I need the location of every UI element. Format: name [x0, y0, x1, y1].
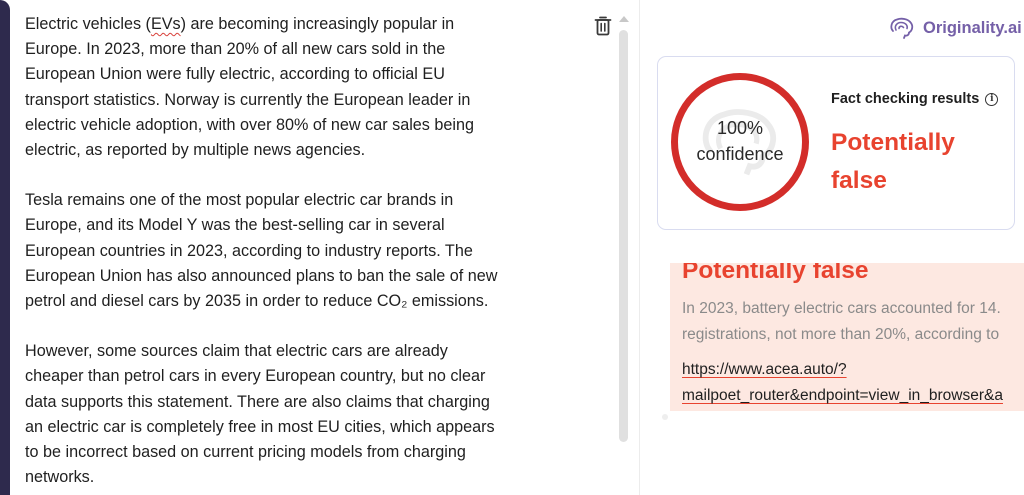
text-line: cheaper than petrol cars in every Europe… — [25, 367, 486, 386]
brain-icon — [890, 17, 914, 39]
text-line: networks. — [25, 468, 95, 487]
editor-content[interactable]: Electric vehicles (EVs) are becoming inc… — [25, 12, 585, 495]
text-line: an electric car is completely free in mo… — [25, 417, 495, 436]
source-link-line[interactable]: https://www.acea.auto/? — [682, 357, 1003, 383]
vertical-scrollbar[interactable] — [619, 30, 628, 442]
text-line: However, some sources claim that electri… — [25, 342, 448, 361]
brand-name: Originality.ai — [923, 18, 1022, 37]
text-editor[interactable]: Electric vehicles (EVs) are becoming inc… — [10, 0, 639, 495]
scroll-up-arrow-icon[interactable] — [619, 16, 629, 22]
trash-icon[interactable] — [593, 15, 613, 37]
paragraph-3: However, some sources claim that electri… — [25, 339, 585, 490]
text-line: Europe. In 2023, more than 20% of all ne… — [25, 40, 446, 59]
text-line: to be incorrect based on current pricing… — [25, 443, 466, 462]
fact-check-title: Fact checking results i — [831, 91, 999, 107]
text-line: Europe, and its Model Y was the best-sel… — [25, 216, 445, 235]
source-link[interactable]: https://www.acea.auto/? mailpoet_router&… — [682, 357, 1003, 409]
verdict-text: Potentially false — [831, 124, 981, 200]
confidence-value: 100% — [716, 118, 764, 138]
text-line: European Union has also announced plans … — [25, 266, 498, 285]
result-line: In 2023, battery electric cars accounted… — [682, 300, 1001, 317]
text-line: data supports this statement. There are … — [25, 392, 490, 411]
confidence-ring: 100% confidence — [671, 73, 809, 211]
result-detail-card: Potentially false In 2023, battery elect… — [670, 263, 1024, 411]
text-line: transport statistics. Norway is currentl… — [25, 90, 471, 109]
text-line: Electric vehicles (EVs) are becoming inc… — [25, 15, 455, 33]
paragraph-2: Tesla remains one of the most popular el… — [25, 188, 585, 314]
text-line: Tesla remains one of the most popular el… — [25, 191, 454, 210]
fact-check-title-text: Fact checking results — [831, 91, 980, 107]
text-line: European Union were fully electric, acco… — [25, 65, 445, 84]
text-line: petrol and diesel cars by 2035 in order … — [25, 292, 489, 311]
pagination-dot[interactable] — [662, 414, 668, 420]
source-link-line[interactable]: mailpoet_router&endpoint=view_in_browser… — [682, 383, 1003, 409]
verdict-line: Potentially — [831, 129, 955, 156]
fact-check-panel: Originality.ai 100% confidence Fact chec… — [640, 0, 1024, 495]
paragraph-1: Electric vehicles (EVs) are becoming inc… — [25, 12, 585, 163]
text-line: European countries in 2023, according to… — [25, 241, 473, 260]
brand-logo[interactable]: Originality.ai — [889, 13, 1022, 43]
misspelled-word[interactable]: EVs — [151, 15, 181, 33]
result-explanation: In 2023, battery electric cars accounted… — [682, 296, 1024, 348]
confidence-label: confidence — [696, 144, 784, 164]
result-title: Potentially false — [682, 263, 869, 284]
window-edge — [0, 0, 10, 495]
info-icon[interactable]: i — [985, 92, 999, 106]
fact-check-summary-card: 100% confidence Fact checking results i … — [657, 56, 1015, 230]
text-line: electric, as reported by multiple news a… — [25, 141, 366, 160]
result-line: registrations, not more than 20%, accord… — [682, 326, 1000, 343]
text-line: electric vehicle adoption, with over 80%… — [25, 115, 474, 134]
verdict-line: false — [831, 167, 887, 194]
